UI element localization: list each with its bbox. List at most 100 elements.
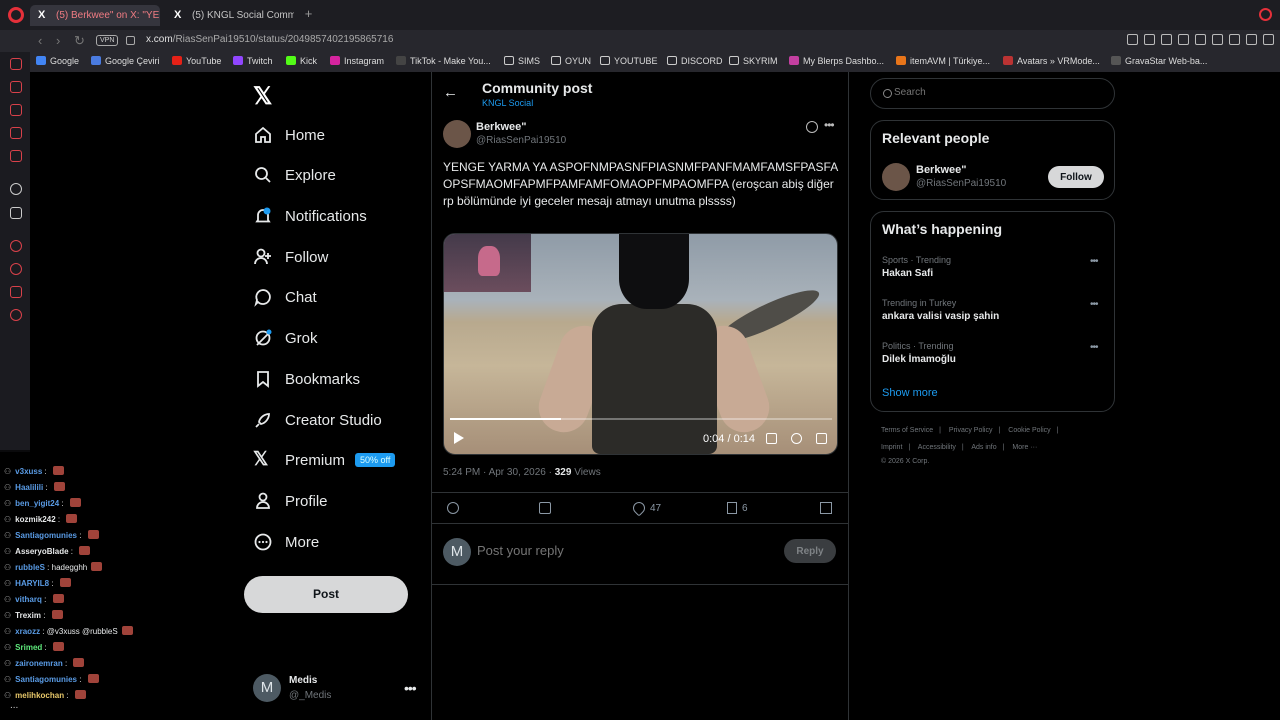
pin-icon[interactable] xyxy=(1127,34,1138,45)
chat-username[interactable]: Trexim xyxy=(15,611,41,620)
bookmark-tiktok[interactable]: TikTok - Make You... xyxy=(396,56,491,66)
nav-creator-studio[interactable]: Creator Studio xyxy=(253,405,382,435)
relevant-person-avatar[interactable] xyxy=(882,163,910,191)
footer-more-link[interactable]: More ··· xyxy=(1012,444,1037,451)
bookmark-instagram[interactable]: Instagram xyxy=(330,56,384,66)
settings-icon[interactable] xyxy=(791,433,802,444)
opera-logo-icon[interactable] xyxy=(8,7,24,23)
vpn-badge[interactable]: VPN xyxy=(96,35,119,46)
snapshot-icon[interactable] xyxy=(1144,34,1155,45)
volume-icon[interactable] xyxy=(766,433,777,444)
trend-more-icon[interactable]: ••• xyxy=(1090,342,1098,353)
nav-explore[interactable]: Explore xyxy=(253,160,336,190)
sidebar-extensions-icon[interactable] xyxy=(10,286,22,298)
sidebar-chatgpt-icon[interactable] xyxy=(10,183,22,195)
trend-more-icon[interactable]: ••• xyxy=(1090,299,1098,310)
shield-icon[interactable] xyxy=(1161,34,1172,45)
bookmark-twitch[interactable]: Twitch xyxy=(233,56,273,66)
footer-ads-info-link[interactable]: Ads info xyxy=(971,444,996,451)
author-avatar[interactable] xyxy=(443,120,471,148)
bookmark-gravastar[interactable]: GravaStar Web-ba... xyxy=(1111,56,1207,66)
bookmark-folder-youtube[interactable]: YOUTUBE xyxy=(600,56,658,66)
grok-explain-icon[interactable] xyxy=(806,121,818,133)
menu-icon[interactable] xyxy=(1263,34,1274,45)
account-avatar[interactable]: M xyxy=(253,674,281,702)
sidebar-history-icon[interactable] xyxy=(10,263,22,275)
post-button[interactable]: Post xyxy=(244,576,408,613)
nav-grok[interactable]: Grok xyxy=(253,323,318,353)
nav-home[interactable]: Home xyxy=(253,120,325,150)
chat-username[interactable]: Santiagomunies xyxy=(15,531,77,540)
account-more-icon[interactable]: ••• xyxy=(404,680,417,696)
reply-input[interactable] xyxy=(477,543,757,558)
trend-name[interactable]: Dilek İmamoğlu xyxy=(882,354,956,365)
fullscreen-icon[interactable] xyxy=(816,433,827,444)
tab-berkwee[interactable]: X (5) Berkwee" on X: "YENG xyxy=(30,5,160,26)
reply-action[interactable] xyxy=(447,502,464,514)
trend-name[interactable]: ankara valisi vasip şahin xyxy=(882,311,999,322)
video-player[interactable]: 0:04 / 0:14 xyxy=(443,233,838,455)
chat-username[interactable]: Srimed xyxy=(15,643,42,652)
chat-username[interactable]: HARYIL8 xyxy=(15,579,49,588)
chat-username[interactable]: rubbleS xyxy=(15,563,45,572)
chat-username[interactable]: ben_yigit24 xyxy=(15,499,59,508)
bookmark-blerps[interactable]: My Blerps Dashbo... xyxy=(789,56,884,66)
search-input[interactable] xyxy=(894,87,1094,98)
sidebar-twitch-icon[interactable] xyxy=(10,127,22,139)
post-more-icon[interactable]: ••• xyxy=(824,118,835,132)
tab-kngl-social[interactable]: X (5) KNGL Social Communit xyxy=(166,5,294,26)
footer-accessibility-link[interactable]: Accessibility xyxy=(918,444,956,451)
back-arrow-icon[interactable]: ← xyxy=(443,84,458,101)
nav-chat[interactable]: Chat xyxy=(253,282,317,312)
sidebar-shop-icon[interactable] xyxy=(10,104,22,116)
sidebar-mail-icon[interactable] xyxy=(10,150,22,162)
send-icon[interactable] xyxy=(1195,34,1206,45)
nav-notifications[interactable]: Notifications xyxy=(253,201,367,231)
bookmark-action[interactable]: 6 xyxy=(727,502,748,514)
x-logo-icon[interactable]: 𝕏 xyxy=(253,82,272,111)
nav-bookmarks[interactable]: Bookmarks xyxy=(253,364,360,394)
nav-follow[interactable]: Follow xyxy=(253,242,328,272)
sidebar-settings-icon[interactable] xyxy=(10,309,22,321)
bookmark-kick[interactable]: Kick xyxy=(286,56,317,66)
new-tab-plus-icon[interactable]: + xyxy=(302,7,315,21)
footer-privacy-link[interactable]: Privacy Policy xyxy=(949,427,993,434)
chat-username[interactable]: Haalilili xyxy=(15,483,43,492)
footer-cookie-link[interactable]: Cookie Policy xyxy=(1008,427,1050,434)
chat-username[interactable]: vitharq xyxy=(15,595,42,604)
trend-name[interactable]: Hakan Safi xyxy=(882,268,933,279)
repost-action[interactable] xyxy=(539,502,556,514)
bookmark-google-translate[interactable]: Google Çeviri xyxy=(91,56,160,66)
account-name[interactable]: Medis xyxy=(289,675,317,686)
like-action[interactable]: 47 xyxy=(630,499,661,517)
chat-username[interactable]: v3xuss xyxy=(15,467,42,476)
translate-icon[interactable] xyxy=(1178,34,1189,45)
show-more-link[interactable]: Show more xyxy=(882,387,938,399)
relevant-person-name[interactable]: Berkwee" xyxy=(916,164,966,176)
bookmark-folder-sims[interactable]: SIMS xyxy=(504,56,540,66)
heart-icon[interactable] xyxy=(1212,34,1223,45)
account-handle[interactable]: @_Medis xyxy=(289,690,331,701)
footer-imprint-link[interactable]: Imprint xyxy=(881,444,902,451)
bookmark-folder-oyun[interactable]: OYUN xyxy=(551,56,591,66)
nav-premium[interactable]: 𝕏 Premium 50% off xyxy=(253,445,396,475)
sidebar-aria-icon[interactable] xyxy=(10,58,22,70)
trend-more-icon[interactable]: ••• xyxy=(1090,256,1098,267)
chat-username[interactable]: xraozz xyxy=(15,627,40,636)
community-link[interactable]: KNGL Social xyxy=(482,98,533,108)
bookmark-folder-skyrim[interactable]: SKYRIM xyxy=(729,56,778,66)
nav-profile[interactable]: Profile xyxy=(253,486,328,516)
video-progress-bar[interactable] xyxy=(450,418,832,420)
bookmark-youtube[interactable]: YouTube xyxy=(172,56,221,66)
chat-username[interactable]: zaironemran xyxy=(15,659,63,668)
search-box[interactable] xyxy=(870,78,1115,109)
bookmark-itemavm[interactable]: itemAVM | Türkiye... xyxy=(896,56,990,66)
relevant-person-handle[interactable]: @RiasSenPai19510 xyxy=(916,178,1006,189)
bookmark-google[interactable]: Google xyxy=(36,56,79,66)
download-icon[interactable] xyxy=(1246,34,1257,45)
footer-terms-link[interactable]: Terms of Service xyxy=(881,427,933,434)
tab-search-icon[interactable] xyxy=(1259,8,1272,21)
chat-username[interactable]: kozmik242 xyxy=(15,515,55,524)
bookmark-folder-discord[interactable]: DISCORD xyxy=(667,56,723,66)
extensions-icon[interactable] xyxy=(1229,34,1240,45)
